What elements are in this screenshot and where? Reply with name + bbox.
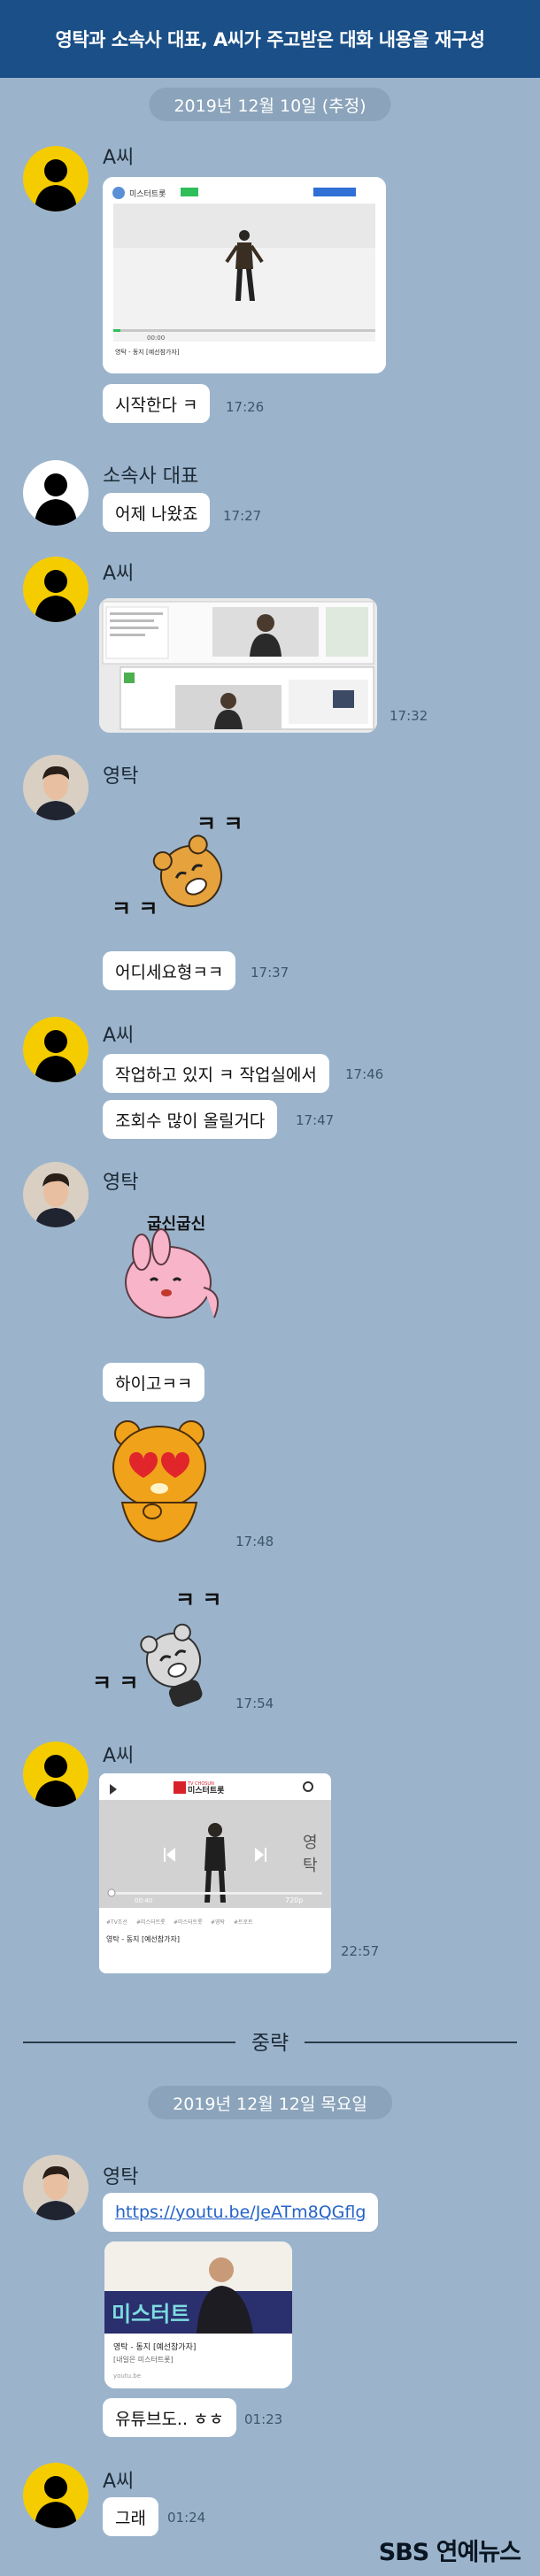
svg-text:영: 영 — [303, 1834, 318, 1852]
section-divider: 중략 — [251, 2032, 289, 2055]
message-bubble[interactable]: 그래 — [103, 2497, 158, 2536]
sender-name: 소속사 대표 — [103, 465, 199, 488]
svg-text:영탁 - 동지 [예선참가자]: 영탁 - 동지 [예선참가자] — [115, 348, 180, 356]
svg-text:00:00: 00:00 — [147, 334, 165, 342]
message-time: 17:46 — [345, 1066, 384, 1082]
svg-text:미스터트: 미스터트 — [112, 2302, 189, 2326]
message-time: 22:57 — [341, 1943, 380, 1959]
app-name: 미스터트롯 — [129, 189, 166, 199]
desktop-screenshot[interactable] — [99, 598, 377, 733]
profile-photo-icon — [23, 755, 89, 820]
sticker-text: ㅋ ㅋ — [175, 1588, 222, 1612]
video-screenshot[interactable]: 미스터트롯 00:00 영탁 - 동지 [예선참가자] — [103, 177, 386, 373]
link-preview-card[interactable]: 미스터트 영탁 - 동지 [예선참가자] [내일은 미스터트롯] youtu.b… — [104, 2242, 292, 2388]
sticker-bowing-rabbit[interactable]: 굽신굽신 — [115, 1208, 239, 1332]
person-silhouette-icon — [23, 1742, 89, 1807]
message-bubble[interactable]: 하이고ㅋㅋ — [103, 1363, 205, 1402]
youtube-link[interactable]: https://youtu.be/JeATm8QGflg — [115, 2203, 366, 2222]
sticker-text: 굽신굽신 — [147, 1215, 205, 1234]
sender-name: A씨 — [103, 563, 135, 585]
divider-line — [305, 2042, 517, 2043]
sticker-laughing-bear[interactable]: ㅋ ㅋ ㅋ ㅋ — [103, 801, 271, 934]
svg-text:00:40: 00:40 — [135, 1897, 152, 1904]
sender-name: 영탁 — [103, 2166, 139, 2188]
avatar[interactable] — [23, 2463, 89, 2528]
sticker-text: ㅋ ㅋ — [112, 896, 158, 921]
sticker-text: ㅋ ㅋ — [92, 1671, 139, 1696]
avatar[interactable] — [23, 1162, 89, 1227]
avatar[interactable] — [23, 146, 89, 211]
avatar[interactable] — [23, 1742, 89, 1807]
svg-text:[내일은 미스터트롯]: [내일은 미스터트롯] — [113, 2356, 174, 2364]
avatar[interactable] — [23, 1017, 89, 1082]
svg-text:youtu.be: youtu.be — [113, 2372, 141, 2380]
sender-name: A씨 — [103, 1745, 135, 1767]
message-time: 17:27 — [223, 508, 262, 524]
message-time: 17:48 — [235, 1534, 274, 1549]
sticker-laughing-bear[interactable]: ㅋ ㅋ ㅋ ㅋ — [89, 1575, 239, 1717]
message-time: 01:23 — [244, 2411, 283, 2427]
message-bubble[interactable]: 어디세요형ㅋㅋ — [103, 951, 236, 990]
sbs-logo: SBS 연예뉴스 — [378, 2539, 521, 2566]
svg-text:미스터트롯: 미스터트롯 — [188, 1785, 224, 1796]
message-time: 01:24 — [167, 2510, 206, 2526]
message-time: 17:26 — [226, 399, 265, 415]
sender-name: 영탁 — [103, 765, 139, 788]
svg-text:720p: 720p — [285, 1896, 303, 1904]
message-bubble[interactable]: 어제 나왔죠 — [103, 493, 211, 532]
svg-text:탁: 탁 — [303, 1857, 318, 1875]
date-separator: 2019년 12월 10일 (추정) — [149, 88, 391, 121]
svg-text:영탁 - 동지 [예선참가자]: 영탁 - 동지 [예선참가자] — [106, 1934, 180, 1943]
person-silhouette-icon — [23, 1017, 89, 1082]
sticker-heart-eyes-bear[interactable] — [103, 1414, 218, 1547]
message-time: 17:54 — [235, 1696, 274, 1711]
page-title: 영탁과 소속사 대표, A씨가 주고받은 대화 내용을 재구성 — [0, 0, 540, 78]
avatar[interactable] — [23, 2155, 89, 2220]
message-bubble[interactable]: 유튜브도.. ㅎㅎ — [103, 2398, 236, 2437]
sticker-text: ㅋ ㅋ — [197, 811, 243, 836]
message-time: 17:37 — [251, 965, 289, 980]
message-bubble[interactable]: https://youtu.be/JeATm8QGflg — [103, 2193, 379, 2232]
sender-name: A씨 — [103, 2471, 135, 2493]
person-silhouette-icon — [23, 146, 89, 211]
svg-text:#트로트: #트로트 — [234, 1919, 253, 1926]
person-silhouette-icon — [23, 460, 89, 526]
message-bubble[interactable]: 조회수 많이 올릴거다 — [103, 1100, 278, 1139]
svg-text:#미스터트롯: #미스터트롯 — [174, 1919, 203, 1926]
svg-text:#TV조선: #TV조선 — [106, 1919, 127, 1926]
person-silhouette-icon — [23, 2463, 89, 2528]
message-time: 17:32 — [390, 708, 428, 724]
message-bubble[interactable]: 작업하고 있지 ㅋ 작업실에서 — [103, 1054, 329, 1093]
avatar[interactable] — [23, 557, 89, 622]
sender-name: A씨 — [103, 147, 135, 169]
svg-text:#미스터트롯: #미스터트롯 — [136, 1919, 166, 1926]
sender-name: 영탁 — [103, 1172, 139, 1194]
avatar[interactable] — [23, 755, 89, 820]
message-bubble[interactable]: 시작한다 ㅋ — [103, 384, 211, 423]
profile-photo-icon — [23, 2155, 89, 2220]
date-separator: 2019년 12월 12일 목요일 — [148, 2086, 392, 2119]
svg-text:#영탁: #영탁 — [211, 1919, 226, 1926]
avatar[interactable] — [23, 460, 89, 526]
svg-text:영탁 - 동지 [예선참가자]: 영탁 - 동지 [예선참가자] — [113, 2341, 196, 2352]
mobile-screenshot[interactable]: TV CHOSUN 미스터트롯 영 탁 00:40 720p #TV조선 #미스… — [99, 1773, 331, 1973]
person-silhouette-icon — [23, 557, 89, 622]
profile-photo-icon — [23, 1162, 89, 1227]
sender-name: A씨 — [103, 1025, 135, 1047]
message-time: 17:47 — [296, 1112, 335, 1128]
